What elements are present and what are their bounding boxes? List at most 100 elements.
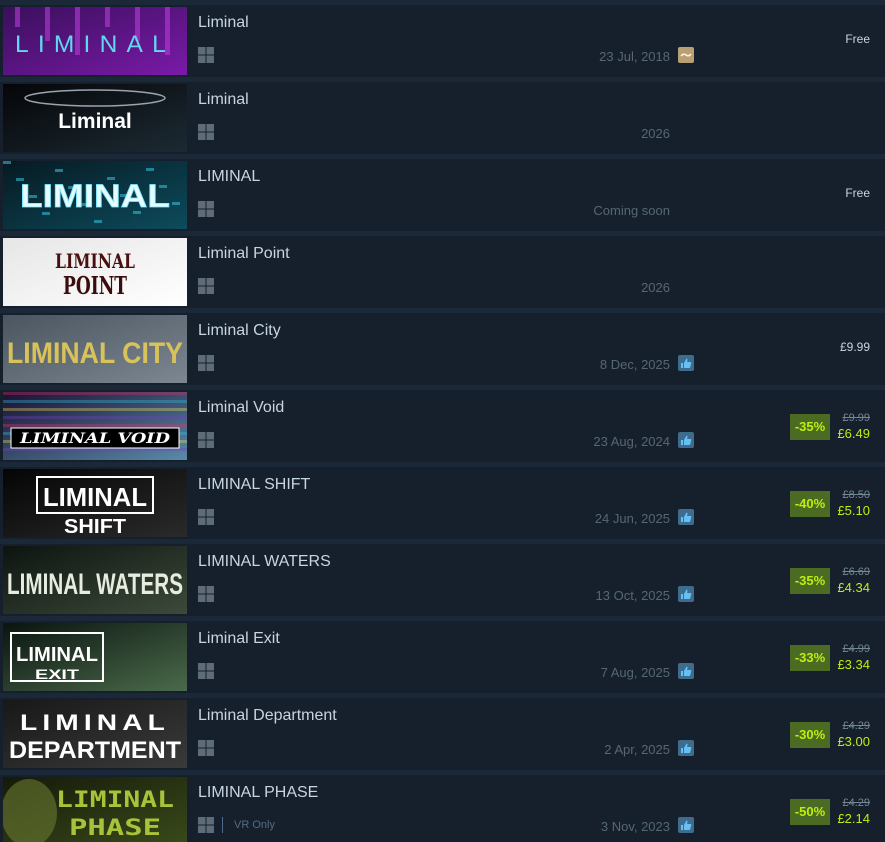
discount-percent: -50% [790,799,830,825]
game-capsule-image[interactable]: LIMINAL SHIFT [3,469,187,537]
discount-percent: -30% [790,722,830,748]
game-capsule-image[interactable]: LIMINAL POINT [3,238,187,306]
game-title[interactable]: Liminal [198,91,249,109]
game-capsule-image[interactable]: LIMINAL VOID [3,392,187,460]
result-row[interactable]: LIMINAL CITY Liminal City 8 Dec, 2025 £9.99 [0,313,885,385]
final-price: £5.10 [837,503,870,518]
discount-percent: -40% [790,491,830,517]
result-row[interactable]: LIMINAL VOID Liminal Void 23 Aug, 2024 -35%… [0,390,885,462]
windows-icon [198,817,214,833]
discount-percent: -35% [790,414,830,440]
svg-text:LIMINAL: LIMINAL [16,644,98,666]
release-date: 2 Apr, 2025 [604,742,670,757]
game-title[interactable]: Liminal Void [198,399,284,417]
svg-text:PHASE: PHASE [69,816,161,841]
windows-icon [198,663,214,679]
windows-icon [198,586,214,602]
game-title[interactable]: Liminal Exit [198,630,280,648]
result-row[interactable]: LIMINAL WATERS LIMINAL WATERS 13 Oct, 2025… [0,544,885,616]
final-price: £6.49 [837,426,870,441]
svg-text:LIMINAL: LIMINAL [20,710,170,735]
search-results-list: LIMINAL Liminal 23 Jul, 2018 Free Liminal Lim… [0,0,885,842]
release-date: 2026 [641,126,670,141]
positive-review-icon[interactable] [678,740,694,756]
game-capsule-image[interactable]: LIMINAL CITY [3,315,187,383]
game-title[interactable]: Liminal Department [198,707,337,725]
game-capsule-image[interactable]: LIMINAL WATERS [3,546,187,614]
result-row[interactable]: LIMINAL PHASE LIMINAL PHASE VR Only 3 Nov, 2… [0,775,885,842]
result-row[interactable]: Liminal Liminal 2026 [0,82,885,154]
game-title[interactable]: LIMINAL WATERS [198,553,331,571]
svg-text:LIMINAL: LIMINAL [43,482,147,512]
svg-text:LIMINAL: LIMINAL [55,249,135,273]
windows-icon [198,47,214,63]
game-capsule-image[interactable]: LIMINAL EXIT [3,623,187,691]
discount-percent: -35% [790,568,830,594]
game-title[interactable]: LIMINAL SHIFT [198,476,310,494]
svg-text:SHIFT: SHIFT [64,516,126,537]
price: £9.99 [839,340,870,354]
original-price: £9.99 [842,412,870,424]
svg-text:LIMINAL: LIMINAL [20,178,170,214]
game-capsule-image[interactable]: LIMINAL PHASE [3,777,187,842]
release-date: 7 Aug, 2025 [600,665,670,680]
game-capsule-image[interactable]: Liminal [3,84,187,152]
windows-icon [198,740,214,756]
result-row[interactable]: LIMINAL SHIFT LIMINAL SHIFT 24 Jun, 2025 -40… [0,467,885,539]
release-date: 2026 [641,280,670,295]
svg-text:POINT: POINT [63,271,127,300]
price: Free [845,186,870,200]
original-price: £8.50 [842,489,870,501]
original-price: £6.69 [842,566,870,578]
result-row[interactable]: LIMINAL EXIT Liminal Exit 7 Aug, 2025 -33% £4… [0,621,885,693]
release-date: 8 Dec, 2025 [599,357,670,372]
game-title[interactable]: Liminal Point [198,245,290,263]
game-capsule-image[interactable]: LIMINAL [3,7,187,75]
release-date: 23 Aug, 2024 [593,434,670,449]
positive-review-icon[interactable] [678,586,694,602]
release-date: 3 Nov, 2023 [600,819,670,834]
release-date: 24 Jun, 2025 [594,511,670,526]
discount-block: -35% £6.69 £4.34 [790,566,875,596]
result-row[interactable]: LIMINAL LIMINAL Coming soon Free [0,159,885,231]
game-capsule-image[interactable]: LIMINAL DEPARTMENT [3,700,187,768]
result-row[interactable]: LIMINAL Liminal 23 Jul, 2018 Free [0,5,885,77]
game-title[interactable]: LIMINAL [198,168,260,186]
game-capsule-image[interactable]: LIMINAL [3,161,187,229]
vr-only-label: VR Only [234,819,275,831]
price: Free [845,32,870,46]
platform-separator [222,817,223,833]
svg-text:LIMINAL WATERS: LIMINAL WATERS [7,568,183,601]
svg-text:LIMINAL VOID: LIMINAL VOID [19,431,171,447]
discount-block: -40% £8.50 £5.10 [790,489,875,519]
positive-review-icon[interactable] [678,817,694,833]
game-title[interactable]: Liminal [198,14,249,32]
positive-review-icon[interactable] [678,663,694,679]
discount-block: -35% £9.99 £6.49 [790,412,875,442]
windows-icon [198,509,214,525]
final-price: £2.14 [837,811,870,826]
svg-text:LIMINAL CITY: LIMINAL CITY [7,337,183,370]
discount-percent: -33% [790,645,830,671]
discount-block: -50% £4.29 £2.14 [790,797,875,827]
result-row[interactable]: LIMINAL POINT Liminal Point 2026 [0,236,885,308]
positive-review-icon[interactable] [678,355,694,371]
original-price: £4.29 [842,720,870,732]
final-price: £4.34 [837,580,870,595]
release-date: Coming soon [593,203,670,218]
positive-review-icon[interactable] [678,509,694,525]
final-price: £3.00 [837,734,870,749]
mixed-review-icon[interactable] [678,47,694,63]
windows-icon [198,124,214,140]
game-title[interactable]: Liminal City [198,322,281,340]
final-price: £3.34 [837,657,870,672]
positive-review-icon[interactable] [678,432,694,448]
svg-text:LIMINAL: LIMINAL [15,31,175,58]
windows-icon [198,201,214,217]
svg-text:LIMINAL: LIMINAL [56,788,174,813]
discount-block: -30% £4.29 £3.00 [790,720,875,750]
svg-text:EXIT: EXIT [35,666,80,682]
release-date: 23 Jul, 2018 [599,49,670,64]
result-row[interactable]: LIMINAL DEPARTMENT Liminal Department 2 Apr… [0,698,885,770]
game-title[interactable]: LIMINAL PHASE [198,784,318,802]
